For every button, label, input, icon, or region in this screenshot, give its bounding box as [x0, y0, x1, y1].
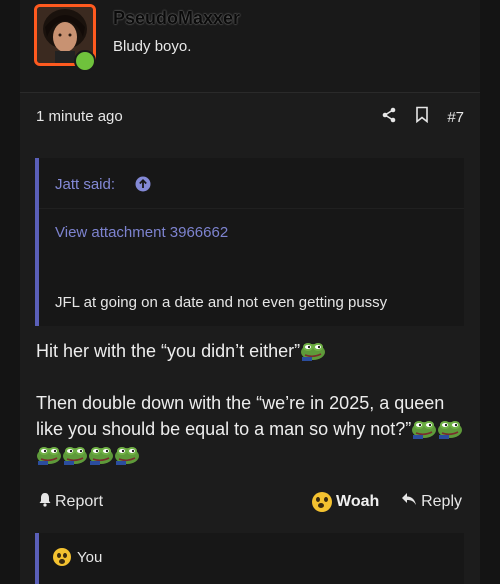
post-body: Hit her with the “you didn’t either” The…: [36, 338, 466, 468]
share-icon[interactable]: [381, 107, 397, 128]
shocked-face-icon: [312, 492, 332, 512]
reactions-label[interactable]: You: [77, 549, 102, 566]
quote-block[interactable]: Jatt said: View attachment 3966662 JFL a…: [35, 158, 464, 326]
reply-label: Reply: [421, 492, 462, 510]
reaction-label: Woah: [336, 493, 380, 510]
user-title: Bludy boyo.: [113, 38, 192, 55]
header-divider: [20, 92, 480, 93]
pepe-frog-emoji: [36, 443, 62, 465]
arrow-up-circle-icon[interactable]: [135, 176, 151, 197]
reactions-bar[interactable]: You: [35, 533, 464, 584]
pepe-frog-emoji: [411, 417, 437, 439]
reply-arrow-icon: [401, 492, 417, 511]
quote-text: JFL at going on a date and not even gett…: [55, 294, 388, 311]
pepe-frog-emoji: [88, 443, 114, 465]
post-actions: Report Woah Reply: [36, 492, 466, 514]
post-timestamp[interactable]: 1 minute ago: [36, 108, 123, 125]
attachment-link[interactable]: View attachment 3966662: [55, 224, 228, 241]
reply-button[interactable]: Reply: [401, 492, 462, 511]
post-body-text-1: Hit her with the “you didn’t either”: [36, 341, 301, 361]
reaction-button[interactable]: Woah: [312, 492, 379, 512]
bookmark-icon[interactable]: [415, 106, 429, 128]
post-meta-actions: #7: [381, 106, 464, 128]
bell-icon: [38, 492, 52, 512]
pepe-frog-emoji: [437, 417, 463, 439]
reactions-list: You: [53, 548, 102, 566]
username[interactable]: PseudoMaxxer: [113, 8, 240, 29]
post-body-line: Then double down with the “we’re in 2025…: [36, 390, 466, 468]
shocked-face-icon: [53, 548, 71, 566]
pepe-frog-emoji: [114, 443, 140, 465]
pepe-frog-emoji: [300, 339, 326, 361]
report-label: Report: [55, 493, 104, 510]
report-button[interactable]: Report: [38, 492, 103, 512]
pepe-frog-emoji: [62, 443, 88, 465]
quote-header: Jatt said:: [39, 158, 464, 209]
post-body-text-2: Then double down with the “we’re in 2025…: [36, 393, 445, 439]
quote-author[interactable]: Jatt said:: [55, 176, 115, 193]
post-body-line: Hit her with the “you didn’t either”: [36, 338, 466, 364]
post-number-link[interactable]: #7: [447, 109, 464, 126]
online-status-indicator: [74, 50, 96, 72]
